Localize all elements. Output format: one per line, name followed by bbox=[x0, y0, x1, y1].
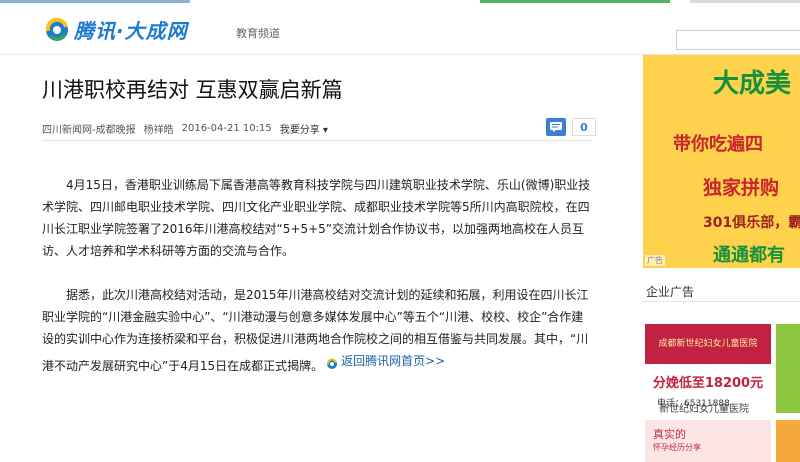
site-header: 腾讯·大成网 教育频道 bbox=[0, 3, 800, 55]
chevron-down-icon: ▾ bbox=[322, 125, 328, 136]
back-home-text: 返回腾讯网首页>> bbox=[341, 354, 446, 368]
hospital-ad-price: 分娩低至18200元 bbox=[645, 364, 771, 396]
ad-line: 301俱乐部，霸 bbox=[703, 215, 800, 231]
share-menu[interactable]: 我要分享 ▾ bbox=[280, 121, 328, 136]
ad-line: 通通都有 bbox=[713, 245, 785, 266]
article-paragraph-text: 据悉，此次川港高校结对活动，是2015年川港高校结对交流计划的延续和拓展，利用设… bbox=[42, 288, 589, 373]
comment-icon bbox=[546, 118, 566, 136]
article-body: 4月15日，香港职业训练局下属香港高等教育科技学院与四川建筑职业技术学院、乐山(… bbox=[42, 174, 592, 399]
article-paragraph: 据悉，此次川港高校结对活动，是2015年川港高校结对交流计划的延续和拓展，利用设… bbox=[42, 284, 592, 377]
search-input[interactable] bbox=[676, 30, 800, 50]
comment-count: 0 bbox=[572, 118, 596, 136]
logo-text: 腾讯·大成网 bbox=[74, 19, 188, 43]
site-logo[interactable]: 腾讯·大成网 bbox=[44, 15, 188, 44]
hospital-ad-caption[interactable]: 新世纪妇女儿童医院 bbox=[659, 400, 749, 415]
pregnancy-ad[interactable]: 真实的 怀孕经历分享 bbox=[645, 420, 771, 462]
ad-tag: 广告 bbox=[645, 255, 665, 266]
article-date: 2016-04-21 10:15 bbox=[181, 123, 272, 134]
article-paragraph: 4月15日，香港职业训练局下属香港高等教育科技学院与四川建筑职业技术学院、乐山(… bbox=[42, 178, 591, 258]
ad-headline: 大成美 bbox=[713, 69, 792, 99]
pregnancy-ad-title: 真实的 bbox=[653, 428, 686, 441]
sidebar-section-title: 企业广告 bbox=[646, 285, 695, 299]
channel-link[interactable]: 教育频道 bbox=[236, 25, 280, 41]
ad-edge-thumbnail[interactable] bbox=[776, 324, 800, 413]
ad-line: 带你吃遍四 bbox=[673, 134, 763, 155]
article-meta: 四川新闻网-成都晚报 杨祥皓 2016-04-21 10:15 我要分享 ▾ bbox=[42, 121, 328, 136]
meta-divider bbox=[42, 140, 592, 141]
hospital-ad-header: 成都新世纪妇女儿童医院 bbox=[645, 324, 771, 364]
article-author: 杨祥皓 bbox=[143, 125, 174, 136]
pregnancy-ad-subtitle: 怀孕经历分享 bbox=[653, 443, 701, 452]
article-source: 四川新闻网-成都晚报 bbox=[42, 125, 136, 136]
comment-badge[interactable]: 0 bbox=[546, 118, 596, 136]
share-label: 我要分享 bbox=[279, 125, 320, 136]
tencent-logo-icon bbox=[44, 17, 70, 43]
ad-edge-thumbnail[interactable] bbox=[776, 420, 800, 462]
sidebar-banner-ad[interactable]: 大成美 带你吃遍四 独家拼购 301俱乐部，霸 通通都有 广告 bbox=[643, 55, 800, 268]
article-title: 川港职校再结对 互惠双赢启新篇 bbox=[42, 78, 343, 102]
tencent-logo-icon bbox=[326, 355, 338, 369]
back-home-link[interactable]: 返回腾讯网首页>> bbox=[323, 350, 445, 372]
sidebar-divider bbox=[643, 301, 800, 302]
ad-line: 独家拼购 bbox=[703, 177, 780, 199]
